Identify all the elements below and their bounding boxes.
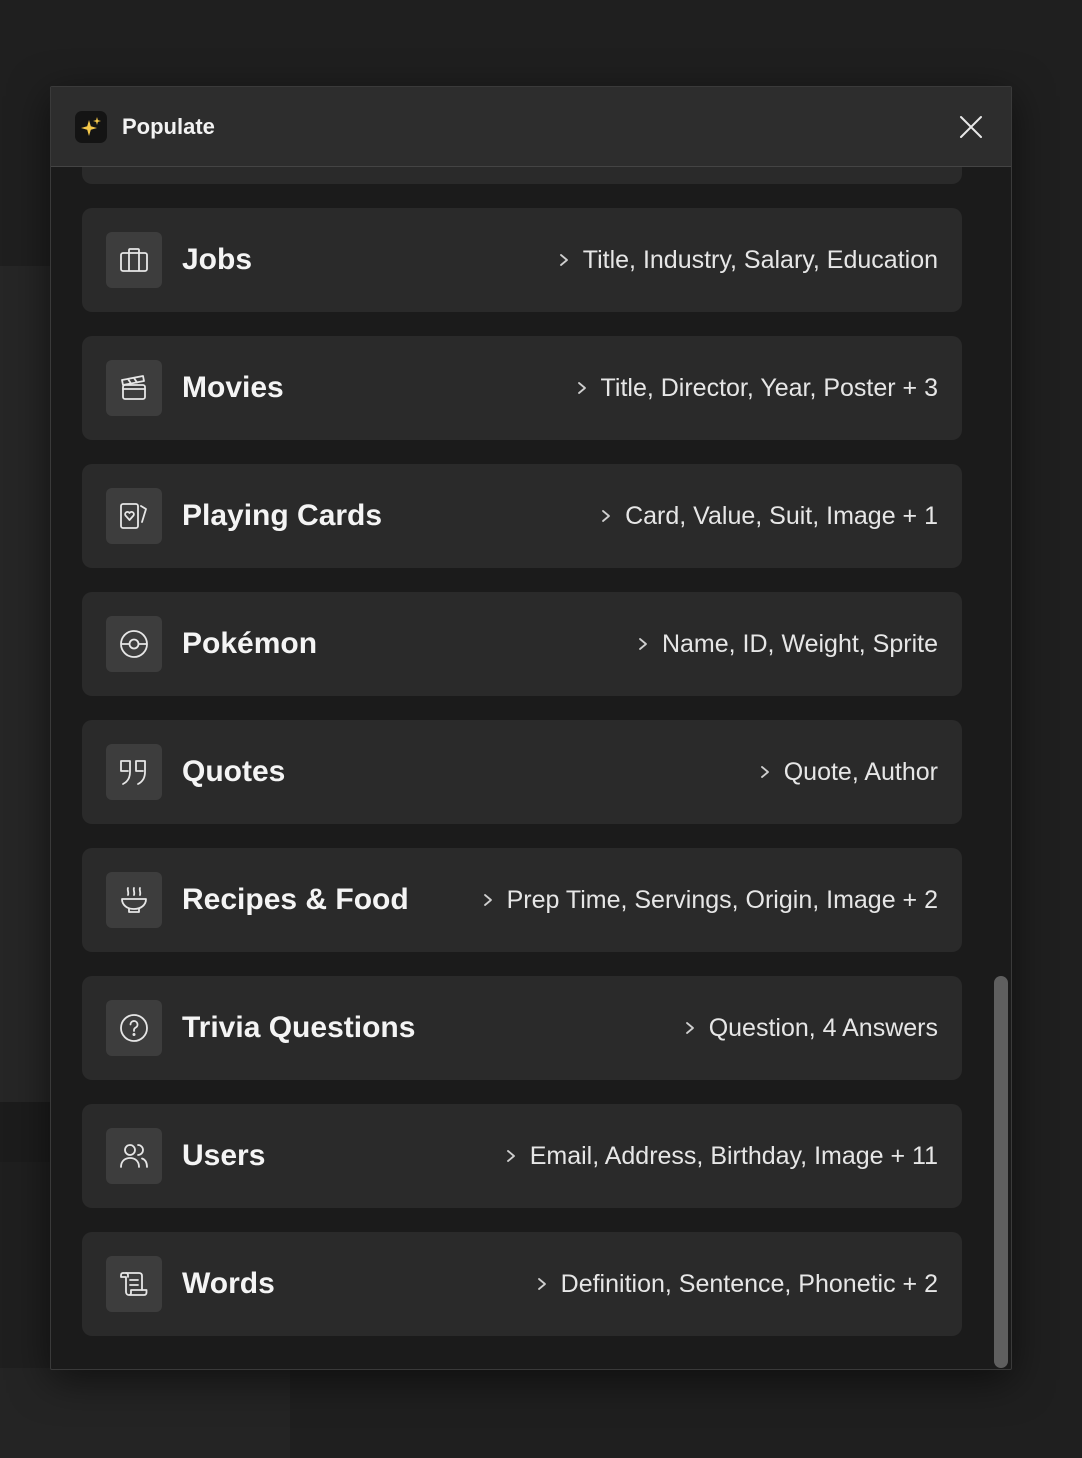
soup-bowl-icon [106, 872, 162, 928]
item-fields: Quote, Author [783, 758, 938, 786]
item-name: Users [182, 1139, 266, 1172]
chevron-right-icon [760, 766, 769, 778]
item-fields: Card, Value, Suit, Image + 1 [625, 502, 938, 530]
chevron-right-icon [602, 510, 610, 522]
chevron-right-icon [639, 638, 647, 650]
chevron-right-icon [577, 382, 586, 394]
quote-icon [106, 744, 162, 800]
chevron-right-icon [685, 1022, 694, 1034]
item-fields: Title, Industry, Salary, Education [582, 246, 938, 274]
item-name: Quotes [182, 755, 286, 788]
item-name: Movies [182, 371, 284, 404]
dialog-header: Populate [51, 87, 1011, 167]
pokeball-icon [106, 616, 162, 672]
chevron-right-icon [483, 894, 492, 906]
item-fields: Name, ID, Weight, Sprite [661, 630, 938, 658]
list-item-trivia-questions[interactable]: Trivia Questions Question, 4 Answers [82, 976, 962, 1080]
cards-icon [106, 488, 162, 544]
list-item-jobs[interactable]: Jobs Title, Industry, Salary, Education [82, 208, 962, 312]
item-name: Trivia Questions [182, 1011, 416, 1044]
item-name: Pokémon [182, 627, 318, 660]
help-circle-icon [106, 1000, 162, 1056]
item-fields: Email, Address, Birthday, Image + 11 [529, 1142, 938, 1170]
list-item-movies[interactable]: Movies Title, Director, Year, Poster + 3 [82, 336, 962, 440]
list-item-words[interactable]: Words Definition, Sentence, Phonetic + 2 [82, 1232, 962, 1336]
item-fields: Title, Director, Year, Poster + 3 [600, 374, 938, 402]
scroll-icon [106, 1256, 162, 1312]
close-icon [960, 116, 982, 138]
background-bottom-panel [0, 1368, 290, 1458]
scrollbar-thumb[interactable] [994, 976, 1008, 1368]
dialog-title: Populate [122, 114, 215, 139]
item-fields: Prep Time, Servings, Origin, Image + 2 [506, 886, 938, 914]
template-list: Jobs Title, Industry, Salary, Education … [82, 87, 962, 1369]
item-name: Jobs [182, 243, 253, 276]
list-item-pokemon[interactable]: Pokémon Name, ID, Weight, Sprite [82, 592, 962, 696]
list-item-users[interactable]: Users Email, Address, Birthday, Image + … [82, 1104, 962, 1208]
item-fields: Question, 4 Answers [708, 1014, 938, 1042]
item-name: Playing Cards [182, 499, 383, 532]
list-item-recipes-food[interactable]: Recipes & Food Prep Time, Servings, Orig… [82, 848, 962, 952]
chevron-right-icon [537, 1278, 546, 1290]
chevron-right-icon [559, 254, 568, 266]
briefcase-icon [106, 232, 162, 288]
populate-dialog: Populate Jobs Title, Industry, Salary, E… [50, 86, 1012, 1370]
item-name: Recipes & Food [182, 883, 409, 916]
list-item-playing-cards[interactable]: Playing Cards Card, Value, Suit, Image +… [82, 464, 962, 568]
list-item-quotes[interactable]: Quotes Quote, Author [82, 720, 962, 824]
item-fields: Definition, Sentence, Phonetic + 2 [560, 1270, 938, 1298]
background-panel [0, 266, 50, 1102]
sparkle-icon [75, 111, 107, 143]
background-strip [0, 1102, 50, 1162]
clapperboard-icon [106, 360, 162, 416]
close-button[interactable] [953, 109, 989, 145]
item-name: Words [182, 1267, 275, 1300]
chevron-right-icon [506, 1150, 515, 1162]
users-icon [106, 1128, 162, 1184]
